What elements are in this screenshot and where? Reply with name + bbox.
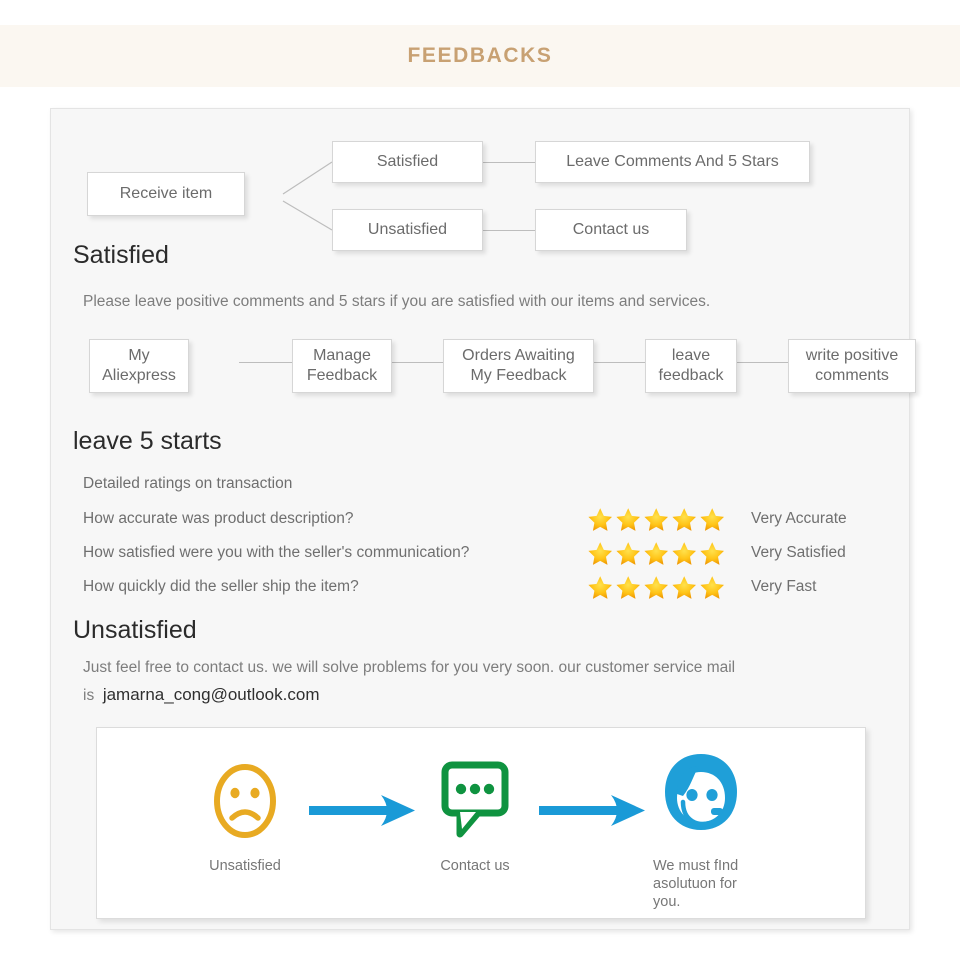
illustration-caption-1: Unsatisfied [209, 858, 281, 874]
satisfied-paragraph: Please leave positive comments and 5 sta… [83, 293, 711, 310]
rating-label-2: Very Satisfied [751, 544, 846, 561]
star-group-icon [588, 576, 724, 599]
step-box-leave-feedback[interactable]: leave feedback [645, 339, 737, 393]
heading-unsatisfied: Unsatisfied [73, 616, 197, 644]
rating-stars-2[interactable] [588, 541, 732, 565]
support-email[interactable]: jamarna_cong@outlook.com [103, 685, 320, 704]
heading-leave-5-stars: leave 5 starts [73, 427, 222, 455]
satisfied-steps-flow: My Aliexpress Manage Feedback Orders Awa… [51, 331, 916, 393]
rating-question-1: How accurate was product description? [83, 510, 354, 527]
flow-box-satisfied[interactable]: Satisfied [332, 141, 483, 183]
ratings-subtitle: Detailed ratings on transaction [83, 475, 293, 492]
step-connector-2 [392, 362, 443, 363]
arrow-right-icon-1 [309, 795, 415, 826]
illustration-step-solution: We must fInd asolutuon for you. [645, 750, 795, 911]
page-banner: FEEDBACKS [0, 25, 960, 87]
arrow-right-icon-2 [539, 795, 645, 826]
rating-question-3: How quickly did the seller ship the item… [83, 578, 359, 595]
heading-satisfied: Satisfied [73, 241, 169, 269]
star-group-icon [588, 508, 724, 531]
illustration-caption-2: Contact us [440, 858, 510, 874]
step-box-orders-awaiting[interactable]: Orders Awaiting My Feedback [443, 339, 594, 393]
rating-label-1: Very Accurate [751, 510, 847, 527]
chat-bubble-icon [441, 761, 509, 838]
step-connector-1 [239, 362, 292, 363]
rating-stars-1[interactable] [588, 507, 732, 531]
sad-face-icon [214, 764, 276, 838]
flow-box-leave-comments[interactable]: Leave Comments And 5 Stars [535, 141, 810, 183]
rating-question-2: How satisfied were you with the seller's… [83, 544, 470, 561]
feedback-page: FEEDBACKS Receive item Satisfied Unsatis… [0, 0, 960, 960]
support-agent-icon [665, 754, 737, 830]
rating-label-3: Very Fast [751, 578, 817, 595]
step-connector-4 [737, 362, 788, 363]
star-group-icon [588, 542, 724, 565]
step-connector-3 [594, 362, 645, 363]
connector-unsatisfied [483, 230, 535, 231]
step-box-manage-feedback[interactable]: Manage Feedback [292, 339, 392, 393]
decision-flowchart: Receive item Satisfied Unsatisfied Leave… [51, 109, 911, 251]
flow-box-receive-item[interactable]: Receive item [87, 172, 245, 216]
step-box-my-aliexpress[interactable]: My Aliexpress [89, 339, 189, 393]
flow-box-contact-us[interactable]: Contact us [535, 209, 687, 251]
connector-satisfied [483, 162, 535, 163]
feedback-card: Receive item Satisfied Unsatisfied Leave… [50, 108, 916, 930]
unsatisfied-paragraph: Just feel free to contact us. we will so… [83, 655, 893, 709]
illustration-caption-3: We must fInd asolutuon for you. [653, 858, 739, 911]
illustration-step-contact: Contact us [415, 760, 535, 875]
rating-stars-3[interactable] [588, 575, 732, 599]
step-box-write-comments[interactable]: write positive comments [788, 339, 916, 393]
illustration-step-unsatisfied: Unsatisfied [185, 760, 305, 875]
flow-box-unsatisfied[interactable]: Unsatisfied [332, 209, 483, 251]
support-illustration-panel: Unsatisfied Contact us We must fInd asol… [96, 727, 866, 919]
page-title: FEEDBACKS [407, 44, 553, 67]
